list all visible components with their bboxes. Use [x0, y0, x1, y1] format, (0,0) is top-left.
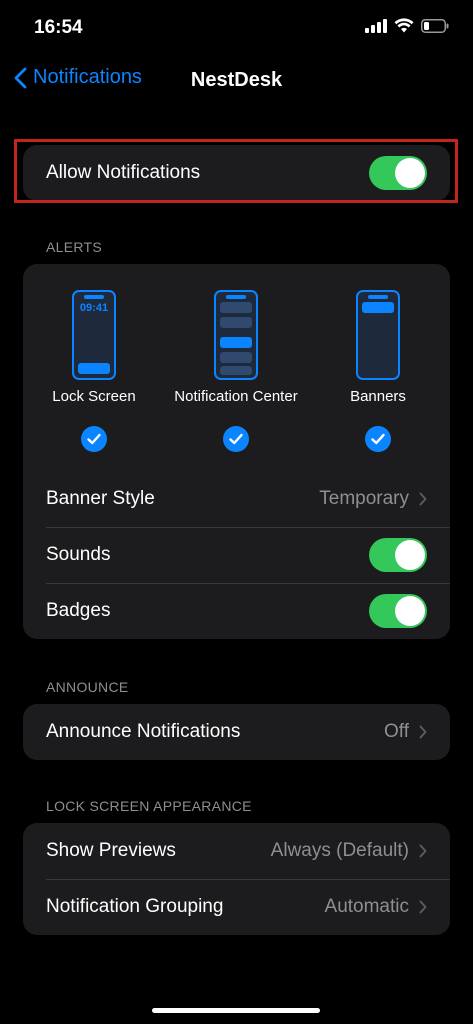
chevron-right-icon — [419, 844, 427, 858]
notification-center-preview-icon — [214, 290, 258, 380]
show-previews-value: Always (Default) — [270, 840, 409, 861]
announce-header: ANNOUNCE — [46, 679, 129, 695]
announce-group: Announce Notifications Off — [23, 704, 450, 760]
alert-option-label: Lock Screen — [52, 388, 136, 405]
alert-options: 09:41 Lock Screen Notification Center Ba… — [23, 264, 450, 471]
banner-style-label: Banner Style — [46, 488, 155, 509]
announce-notifications-label: Announce Notifications — [46, 721, 241, 742]
checkmark-circle-icon — [365, 426, 391, 452]
sounds-label: Sounds — [46, 544, 111, 565]
lock-screen-appearance-header: LOCK SCREEN APPEARANCE — [46, 798, 252, 814]
page-title: NestDesk — [190, 69, 283, 91]
checkmark-circle-icon — [81, 426, 107, 452]
chevron-right-icon — [419, 900, 427, 914]
lock-screen-appearance-group: Show Previews Always (Default) Notificat… — [23, 823, 450, 935]
sounds-toggle[interactable] — [369, 538, 427, 572]
alert-option-banners[interactable]: Banners — [303, 290, 450, 452]
status-bar: 16:54 — [0, 0, 473, 56]
highlight-box — [14, 139, 458, 203]
announce-notifications-row[interactable]: Announce Notifications Off — [23, 704, 450, 760]
announce-notifications-value: Off — [384, 721, 409, 742]
notification-grouping-value: Automatic — [324, 896, 409, 917]
alerts-group: 09:41 Lock Screen Notification Center Ba… — [23, 264, 450, 639]
chevron-right-icon — [419, 725, 427, 739]
alert-option-label: Banners — [350, 388, 406, 405]
lock-screen-time: 09:41 — [79, 302, 109, 314]
banner-style-row[interactable]: Banner Style Temporary — [23, 471, 450, 527]
cellular-signal-icon — [365, 18, 387, 33]
show-previews-row[interactable]: Show Previews Always (Default) — [23, 823, 450, 879]
home-indicator[interactable] — [152, 1008, 320, 1013]
banner-style-value: Temporary — [319, 488, 409, 509]
badges-row: Badges — [23, 583, 450, 639]
wifi-icon — [394, 18, 414, 33]
status-time: 16:54 — [34, 17, 83, 38]
alert-option-label: Notification Center — [174, 388, 298, 405]
status-icons — [365, 18, 449, 33]
banners-preview-icon — [356, 290, 400, 380]
notification-grouping-label: Notification Grouping — [46, 896, 224, 917]
sounds-row: Sounds — [23, 527, 450, 583]
badges-toggle[interactable] — [369, 594, 427, 628]
show-previews-label: Show Previews — [46, 840, 176, 861]
chevron-right-icon — [419, 492, 427, 506]
alerts-header: ALERTS — [46, 239, 103, 255]
alert-option-notification-center[interactable]: Notification Center — [161, 290, 311, 452]
lock-screen-preview-icon: 09:41 — [72, 290, 116, 380]
checkmark-circle-icon — [223, 426, 249, 452]
battery-icon — [421, 18, 449, 33]
nav-bar: Notifications NestDesk — [0, 56, 473, 104]
badges-label: Badges — [46, 600, 111, 621]
alert-option-lock-screen[interactable]: 09:41 Lock Screen — [23, 290, 169, 452]
notification-grouping-row[interactable]: Notification Grouping Automatic — [23, 879, 450, 935]
